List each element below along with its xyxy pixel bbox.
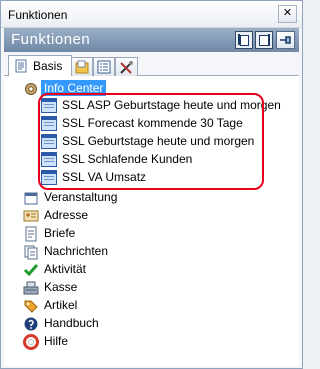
tree-item-veranstaltung[interactable]: Veranstaltung (4, 189, 294, 206)
tree-item-label: Nachrichten (44, 244, 109, 258)
help-book-icon (24, 317, 38, 331)
document-icon (15, 59, 27, 73)
tree-item-kasse[interactable]: Kasse (4, 279, 294, 296)
tree-item-label: Veranstaltung (44, 190, 118, 204)
tree-item-nachrichten[interactable]: Nachrichten (4, 243, 294, 260)
tab-folder[interactable] (71, 57, 93, 76)
tools-icon (120, 61, 133, 74)
tree-item-aktivitaet[interactable]: Aktivität (4, 261, 294, 278)
dock-left-icon[interactable] (235, 31, 253, 49)
tab-tools[interactable] (115, 57, 138, 76)
pin-icon[interactable] (276, 31, 295, 49)
letter-icon (25, 226, 37, 242)
tab-basis[interactable]: Basis (8, 55, 72, 77)
folder-icon (75, 60, 89, 74)
calendar-icon (24, 192, 38, 205)
tree-item-label: Hilfe (44, 334, 69, 348)
tree-item-handbuch[interactable]: Handbuch (4, 315, 294, 332)
tab-basis-label: Basis (33, 59, 63, 73)
funktionen-window: Funktionen ✕ Funktionen Basis Info Cente… (0, 0, 303, 369)
panel-title: Funktionen (11, 31, 91, 48)
tree-item-label: Aktivität (44, 262, 87, 276)
tree-item-label: Handbuch (44, 316, 99, 330)
tree-item-artikel[interactable]: Artikel (4, 297, 294, 314)
tree-item-label: Kasse (44, 280, 78, 294)
tree-item-label: Adresse (44, 208, 89, 222)
lifebuoy-icon (23, 334, 39, 350)
tree-item-adresse[interactable]: Adresse (4, 207, 294, 224)
dock-right-icon[interactable] (255, 31, 273, 49)
function-tabs: Basis (4, 55, 299, 77)
tag-icon (24, 300, 38, 313)
messages-icon (24, 245, 38, 260)
tree-item-label: Briefe (44, 226, 76, 240)
panel-header: Funktionen (4, 28, 299, 52)
window-title: Funktionen (8, 8, 68, 22)
highlight-annotation (38, 93, 264, 190)
list-icon (97, 60, 111, 74)
tree-item-hilfe[interactable]: Hilfe (4, 333, 294, 350)
function-tree: Info Center SSL ASP Geburtstage heute un… (4, 76, 299, 366)
close-icon[interactable]: ✕ (278, 5, 297, 23)
tab-list[interactable] (93, 57, 115, 76)
checkmark-icon (23, 264, 39, 277)
tree-item-briefe[interactable]: Briefe (4, 225, 294, 242)
cash-register-icon (23, 281, 39, 295)
window-titlebar[interactable]: Funktionen ✕ (1, 1, 302, 28)
tree-item-label: Artikel (44, 298, 78, 312)
address-card-icon (23, 210, 39, 222)
gear-icon (25, 83, 37, 95)
